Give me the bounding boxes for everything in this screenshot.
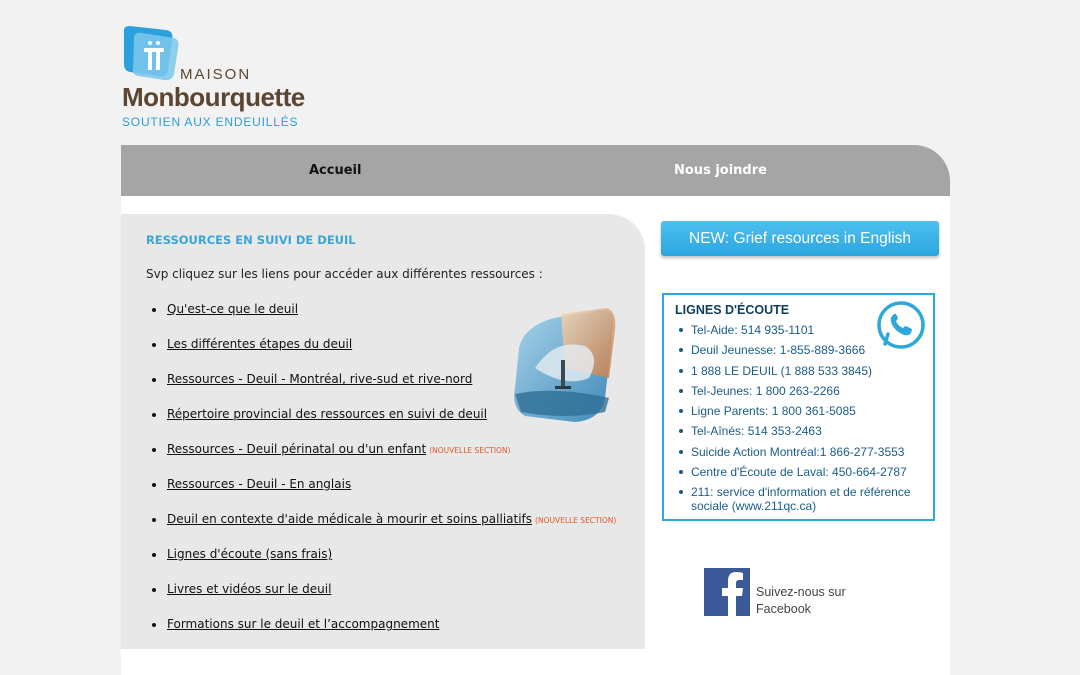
hotline-item: Ligne Parents: 1 800 361-5085 <box>677 404 927 418</box>
facebook-line2: Facebook <box>756 602 811 616</box>
bullet-icon <box>679 409 683 414</box>
hotline-text: Tel-Jeunes: 1 800 263-2266 <box>691 383 840 398</box>
bullet-icon <box>152 518 156 522</box>
hotline-text: Tel-Aide: 514 935-1101 <box>691 323 815 337</box>
hotline-text: 1 888 LE DEUIL (1 888 533 3845) <box>691 363 873 378</box>
resource-link[interactable]: Les différentes étapes du deuil <box>167 337 352 351</box>
bullet-icon <box>152 308 156 312</box>
hotline-text: Suicide Action Montréal:1 866-277-3553 <box>691 444 905 459</box>
hotline-text: Deuil Jeunesse: 1-855-889-3666 <box>691 343 866 358</box>
facebook-link[interactable]: Suivez-nous sur Facebook <box>704 568 874 618</box>
new-section-badge: (nouvelle section) <box>535 516 617 525</box>
bullet-icon <box>679 449 683 454</box>
hotline-text: Ligne Parents: 1 800 361-5085 <box>691 404 856 419</box>
resource-link[interactable]: Ressources - Deuil - Montréal, rive-sud … <box>167 372 472 386</box>
logo-mark-icon <box>124 26 179 81</box>
bullet-icon <box>679 348 683 353</box>
resource-link[interactable]: Livres et vidéos sur le deuil <box>167 582 331 596</box>
bullet-icon <box>152 553 156 557</box>
logo-maison-text: MAISON <box>180 66 252 83</box>
list-item: Formations sur le deuil et l’accompagnem… <box>146 617 616 652</box>
bullet-icon <box>152 413 156 417</box>
bullet-icon <box>152 448 156 452</box>
list-item: Lignes d'écoute (sans frais) <box>146 547 616 582</box>
hotline-text: Tel-Aînés: 514 353-2463 <box>691 424 822 439</box>
new-section-badge: (nouvelle section) <box>429 446 511 455</box>
facebook-line1: Suivez-nous sur <box>756 585 846 599</box>
hotline-item: 1 888 LE DEUIL (1 888 533 3845) <box>677 364 927 378</box>
resource-link[interactable]: Formations sur le deuil et l’accompagnem… <box>167 617 439 631</box>
hotline-item: 211: service d'information et de référen… <box>677 485 927 513</box>
hotline-item: Centre d'Écoute de Laval: 450-664-2787 <box>677 465 927 479</box>
hotline-item: Suicide Action Montréal:1 866-277-3553 <box>677 445 927 459</box>
main-nav: Accueil Nous joindre <box>121 145 950 196</box>
resource-link[interactable]: Répertoire provincial des ressources en … <box>167 407 487 421</box>
english-resources-button[interactable]: NEW: Grief resources in English <box>661 221 939 256</box>
hotline-text: Centre d'Écoute de Laval: 450-664-2787 <box>691 465 907 480</box>
resources-intro: Svp cliquez sur les liens pour accéder a… <box>146 267 543 281</box>
resources-title: RESSOURCES EN SUIVI DE DEUIL <box>146 233 356 247</box>
facebook-text[interactable]: Suivez-nous sur Facebook <box>756 584 846 618</box>
resource-link[interactable]: Qu'est-ce que le deuil <box>167 302 298 316</box>
list-item: Ressources - Deuil périnatal ou d'un enf… <box>146 442 616 477</box>
hotlines-title: LIGNES D'ÉCOUTE <box>675 303 790 317</box>
resource-link[interactable]: Lignes d'écoute (sans frais) <box>167 547 332 561</box>
facebook-icon[interactable] <box>704 568 750 616</box>
hotlines-box: LIGNES D'ÉCOUTE Tel-Aide: 514 935-1101 D… <box>662 293 935 521</box>
resource-link[interactable]: Deuil en contexte d'aide médicale à mour… <box>167 512 532 526</box>
resource-link[interactable]: Ressources - Deuil - En anglais <box>167 477 351 491</box>
resources-panel: RESSOURCES EN SUIVI DE DEUIL Svp cliquez… <box>121 214 645 649</box>
bullet-icon <box>679 388 683 393</box>
bullet-icon <box>152 623 156 627</box>
bullet-icon <box>152 588 156 592</box>
list-item: Livres et vidéos sur le deuil <box>146 582 616 617</box>
tree-landscape-image <box>514 308 616 422</box>
bullet-icon <box>152 378 156 382</box>
bullet-icon <box>152 343 156 347</box>
logo-tagline: SOUTIEN AUX ENDEUILLÉS <box>122 115 299 129</box>
bullet-icon <box>679 368 683 373</box>
resource-link[interactable]: Ressources - Deuil périnatal ou d'un enf… <box>167 442 426 456</box>
bullet-icon <box>679 470 683 475</box>
logo-brand-text: Monbourquette <box>122 82 305 112</box>
nav-home-link[interactable]: Accueil <box>309 163 361 178</box>
content-area: RESSOURCES EN SUIVI DE DEUIL Svp cliquez… <box>121 196 950 675</box>
hotline-item: Deuil Jeunesse: 1-855-889-3666 <box>677 343 927 357</box>
bullet-icon <box>679 328 683 332</box>
list-item: Deuil en contexte d'aide médicale à mour… <box>146 512 616 547</box>
hotline-text: 211: service d'information et de référen… <box>691 485 911 514</box>
hotline-item: Tel-Aînés: 514 353-2463 <box>677 424 927 438</box>
hotline-item: Tel-Jeunes: 1 800 263-2266 <box>677 384 927 398</box>
bullet-icon <box>679 429 683 434</box>
bullet-icon <box>679 490 683 495</box>
hotline-item: Tel-Aide: 514 935-1101 <box>677 323 927 337</box>
nav-contact-link[interactable]: Nous joindre <box>674 163 767 178</box>
bullet-icon <box>152 483 156 487</box>
site-logo[interactable]: MAISON Monbourquette SOUTIEN AUX ENDEUIL… <box>122 26 322 136</box>
list-item: Ressources - Deuil - En anglais <box>146 477 616 512</box>
hotlines-list: Tel-Aide: 514 935-1101 Deuil Jeunesse: 1… <box>677 323 927 520</box>
